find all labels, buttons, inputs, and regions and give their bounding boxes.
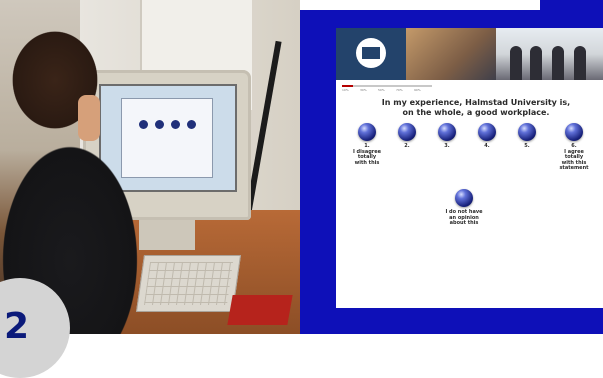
option-ball-icon[interactable]: [455, 189, 473, 207]
survey-progress-fill: [342, 85, 353, 87]
blue-panel-top-strip: [300, 0, 540, 10]
option-2-label: 2.: [404, 143, 410, 149]
survey-card: 10% 30% 50% 70% 90% In my experience, Ha…: [336, 28, 603, 308]
option-ball-icon[interactable]: [478, 123, 496, 141]
option-3-label: 3.: [444, 143, 450, 149]
option-6-button[interactable]: 6. I agree totally with this statement: [554, 123, 594, 172]
survey-question-line2: on the whole, a good workplace.: [402, 108, 550, 117]
photo-keyboard-keys: [143, 262, 234, 305]
photo-screen-dot: [155, 120, 164, 129]
option-1-label: 1. I disagree totally with this: [352, 143, 382, 166]
option-ball-icon[interactable]: [565, 123, 583, 141]
survey-question: In my experience, Halmstad University is…: [376, 98, 576, 118]
progress-tick: 90%: [414, 88, 421, 92]
survey-question-line1: In my experience, Halmstad University is…: [381, 98, 571, 107]
option-5-label: 5.: [524, 143, 530, 149]
no-opinion-button[interactable]: I do not have an opinion about this: [439, 189, 489, 227]
photo-screen-dot: [187, 120, 196, 129]
option-4-label: 4.: [484, 143, 490, 149]
progress-tick: 10%: [342, 88, 349, 92]
banner-photo-group: [496, 28, 603, 80]
photo-screen-dot: [171, 120, 180, 129]
progress-ticks: 10% 30% 50% 70% 90%: [342, 88, 442, 94]
university-logo: [336, 28, 406, 80]
no-opinion-label: I do not have an opinion about this: [445, 209, 483, 226]
progress-tick: 50%: [378, 88, 385, 92]
survey-banner: [336, 28, 603, 80]
photo-mousepad: [227, 295, 293, 325]
option-6-label: 6. I agree totally with this statement: [559, 143, 589, 171]
progress-tick: 30%: [360, 88, 367, 92]
banner-figure: [530, 46, 542, 80]
university-seal-icon: [356, 38, 386, 68]
university-seal-inner: [362, 47, 380, 59]
option-ball-icon[interactable]: [518, 123, 536, 141]
option-3-button[interactable]: 3.: [427, 123, 467, 150]
photo-keyboard: [135, 255, 242, 312]
option-4-button[interactable]: 4.: [467, 123, 507, 150]
option-ball-icon[interactable]: [438, 123, 456, 141]
option-5-button[interactable]: 5.: [507, 123, 547, 150]
banner-photo-student: [406, 28, 496, 80]
option-ball-icon[interactable]: [358, 123, 376, 141]
banner-figure: [552, 46, 564, 80]
photo-person-face: [78, 95, 100, 141]
slide-number: 2: [4, 306, 30, 347]
progress-tick: 70%: [396, 88, 403, 92]
banner-figure: [574, 46, 586, 80]
option-ball-icon[interactable]: [398, 123, 416, 141]
option-2-button[interactable]: 2.: [387, 123, 427, 150]
survey-progress-bar: [342, 85, 432, 87]
option-1-button[interactable]: 1. I disagree totally with this: [347, 123, 387, 166]
banner-figure: [510, 46, 522, 80]
